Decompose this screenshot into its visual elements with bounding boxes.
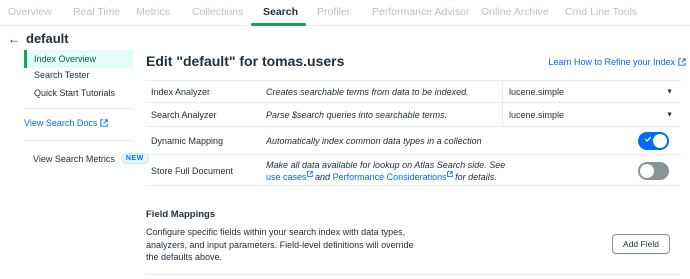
tab-cmd-line-tools[interactable]: Cmd Line Tools [565, 6, 637, 18]
view-search-metrics-label: View Search Metrics [33, 153, 115, 164]
index-settings-table: Index Analyzer Creates searchable terms … [146, 80, 681, 186]
setting-row-dynamic-mapping: Dynamic Mapping Automatically index comm… [146, 127, 681, 155]
external-link-icon [678, 58, 686, 66]
index-name: default [26, 31, 69, 46]
setting-description: Parse $search queries into searchable te… [266, 110, 448, 120]
setting-label: Index Analyzer [151, 87, 211, 97]
description-line: Make all data available for lookup on At… [266, 160, 506, 170]
add-field-button[interactable]: Add Field [612, 234, 670, 254]
tab-metrics[interactable]: Metrics [136, 6, 170, 18]
external-link-icon [306, 171, 313, 177]
toggle-knob [640, 164, 654, 178]
external-link-icon [446, 171, 453, 177]
setting-row-index-analyzer: Index Analyzer Creates searchable terms … [146, 81, 681, 103]
toggle-knob [653, 134, 667, 148]
learn-refine-index-link[interactable]: Learn How to Refine your Index [548, 57, 686, 67]
tab-profiler[interactable]: Profiler [317, 6, 350, 18]
sidebar-divider [24, 140, 133, 141]
setting-description: Creates searchable terms from data to be… [266, 87, 469, 97]
field-mappings-description: Configure specific fields within your se… [146, 227, 414, 262]
tab-collections[interactable]: Collections [192, 6, 243, 18]
search-analyzer-select[interactable]: lucene.simple ▼ [502, 103, 681, 126]
select-value: lucene.simple [509, 86, 565, 97]
sidebar-item-search-tester[interactable]: Search Tester [24, 66, 133, 84]
setting-row-search-analyzer: Search Analyzer Parse $search queries in… [146, 103, 681, 127]
details-text: for details. [455, 172, 497, 182]
use-cases-link[interactable]: use cases [266, 171, 313, 182]
setting-label: Dynamic Mapping [151, 136, 224, 146]
external-link-icon [100, 119, 109, 127]
tab-performance-advisor[interactable]: Performance Advisor [372, 6, 469, 18]
select-value: lucene.simple [509, 109, 565, 120]
caret-down-icon: ▼ [666, 111, 673, 118]
field-mappings-title: Field Mappings [146, 209, 216, 220]
tab-real-time[interactable]: Real Time [73, 6, 120, 18]
check-icon [644, 136, 652, 142]
performance-considerations-label: Performance Considerations [332, 172, 447, 182]
new-badge: NEW [120, 153, 149, 164]
caret-down-icon: ▼ [666, 88, 673, 95]
sidebar-divider [24, 108, 133, 109]
setting-description: Automatically index common data types in… [266, 136, 482, 146]
back-to-indexes[interactable]: ← default [8, 31, 69, 46]
index-analyzer-select[interactable]: lucene.simple ▼ [502, 81, 681, 102]
store-full-document-toggle[interactable] [638, 162, 669, 180]
dynamic-mapping-toggle[interactable] [638, 132, 669, 150]
page-title: Edit "default" for tomas.users [146, 53, 345, 69]
arrow-left-icon: ← [8, 31, 20, 46]
and-text: and [315, 172, 331, 182]
setting-description: Make all data available for lookup on At… [266, 159, 505, 183]
use-cases-label: use cases [266, 172, 307, 182]
performance-considerations-link[interactable]: Performance Considerations [332, 171, 453, 182]
section-divider [146, 274, 681, 275]
top-tab-bar: Overview Real Time Metrics Collections S… [0, 0, 690, 26]
active-tab-indicator [251, 23, 306, 26]
description-line: use cases and Performance Considerations… [266, 171, 505, 183]
sidebar-item-quick-start-tutorials[interactable]: Quick Start Tutorials [24, 84, 133, 102]
tab-online-archive[interactable]: Online Archive [481, 6, 549, 18]
tab-overview[interactable]: Overview [8, 6, 52, 18]
setting-label: Search Analyzer [151, 110, 217, 120]
view-search-docs-link[interactable]: View Search Docs [24, 118, 109, 128]
setting-label: Store Full Document [151, 166, 234, 176]
view-search-metrics-link[interactable]: View Search Metrics NEW [33, 153, 149, 164]
learn-link-label: Learn How to Refine your Index [548, 57, 675, 67]
view-search-docs-label: View Search Docs [24, 118, 98, 128]
setting-row-store-full-document: Store Full Document Make all data availa… [146, 155, 681, 186]
tab-search[interactable]: Search [263, 6, 298, 18]
